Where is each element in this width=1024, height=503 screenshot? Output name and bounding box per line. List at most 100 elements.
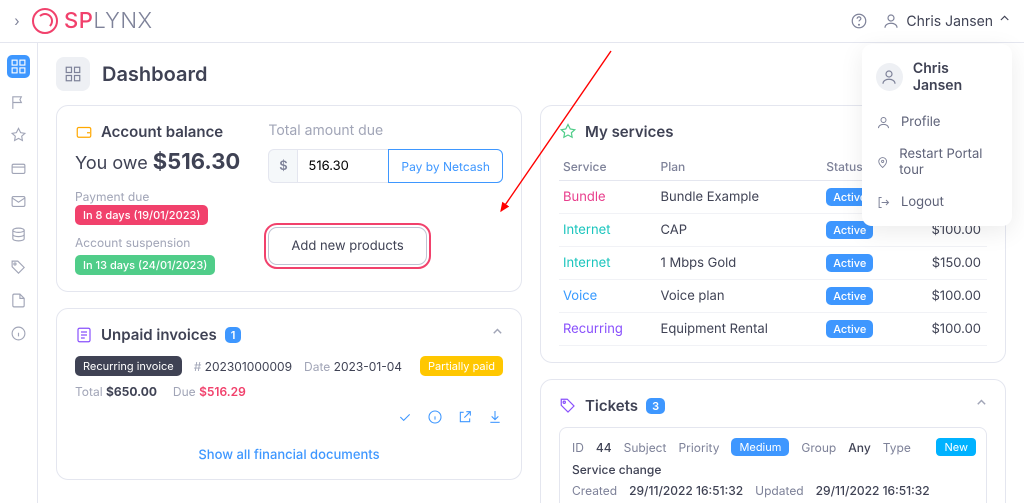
payment-due-badge: In 8 days (19/01/2023) — [75, 205, 208, 225]
invoice-due-lbl: Due — [173, 384, 196, 399]
logo[interactable]: SPLYNX — [32, 8, 153, 34]
grid-icon — [64, 65, 82, 83]
amount-input[interactable] — [298, 149, 388, 183]
t-type: Service change — [572, 462, 661, 477]
balance-amount: You owe $516.30 — [75, 149, 242, 175]
topbar: › SPLYNX Chris Jansen ⌃ — [0, 0, 1024, 43]
check-icon[interactable] — [397, 409, 413, 425]
menu-profile[interactable]: Profile — [862, 106, 1012, 138]
suspension-badge: In 13 days (24/01/2023) — [75, 255, 215, 275]
card-tickets: Tickets3⌃ New ID44 Subject PriorityMediu… — [540, 379, 1006, 503]
user-icon — [882, 12, 900, 30]
cell-status: Active — [822, 247, 901, 280]
add-products-button[interactable]: Add new products — [268, 227, 426, 265]
balance-title: Account balance — [101, 122, 223, 141]
card-balance: Account balance You owe $516.30 Payment … — [56, 105, 522, 292]
location-icon — [876, 155, 889, 170]
invoices-count: 1 — [225, 327, 242, 343]
logo-icon — [32, 8, 58, 34]
nav-info-icon[interactable] — [10, 325, 27, 342]
t-grp: Any — [848, 440, 870, 455]
dropdown-header: Chris Jansen — [862, 52, 1012, 106]
external-icon[interactable] — [457, 409, 473, 425]
invoice-total-lbl: Total — [75, 384, 103, 399]
user-icon — [876, 115, 891, 130]
page-icon — [56, 57, 90, 91]
nav-flag-icon[interactable] — [10, 94, 27, 111]
logout-icon — [876, 195, 891, 210]
collapse-icon[interactable]: ⌃ — [492, 326, 503, 343]
menu-restart-label: Restart Portal tour — [899, 146, 998, 178]
avatar — [876, 63, 903, 91]
user-icon — [880, 68, 898, 86]
services-title: My services — [585, 122, 673, 141]
pay-button[interactable]: Pay by Netcash — [388, 149, 503, 183]
invoice-icon — [75, 326, 93, 344]
cell-service: Recurring — [559, 313, 657, 346]
nav-doc-icon[interactable] — [10, 292, 27, 309]
cell-price: $100.00 — [901, 280, 987, 313]
invoice-tag: Recurring invoice — [75, 356, 182, 376]
t-updated: 29/11/2022 16:51:32 — [816, 483, 930, 498]
nav-data-icon[interactable] — [10, 226, 27, 243]
help-icon[interactable] — [850, 12, 868, 30]
cell-plan: Bundle Example — [657, 181, 823, 214]
table-row[interactable]: Internet1 Mbps GoldActive$150.00 — [559, 247, 987, 280]
nav-mail-icon[interactable] — [10, 193, 27, 210]
t-created-lbl: Created — [572, 483, 617, 498]
pay-group: $ Pay by Netcash — [268, 149, 503, 183]
invoice-total: $650.00 — [106, 384, 157, 399]
cell-price: $100.00 — [901, 313, 987, 346]
invoice-date: 2023-01-04 — [334, 359, 402, 374]
suspension-label: Account suspension — [75, 235, 190, 250]
t-grp-lbl: Group — [801, 440, 836, 455]
logo-text-secondary: LYNX — [93, 8, 152, 34]
sidebar-toggle[interactable]: › — [8, 13, 26, 30]
t-id: 44 — [596, 440, 612, 455]
menu-logout-label: Logout — [901, 194, 944, 210]
ticket-badge-new: New — [936, 438, 976, 456]
cell-plan: CAP — [657, 214, 823, 247]
nav-wallet-icon[interactable] — [10, 160, 27, 177]
menu-logout[interactable]: Logout — [862, 186, 1012, 218]
info-icon[interactable] — [427, 409, 443, 425]
download-icon[interactable] — [487, 409, 503, 425]
owe-amount: $516.30 — [153, 149, 240, 175]
table-row[interactable]: RecurringEquipment RentalActive$100.00 — [559, 313, 987, 346]
owe-prefix: You owe — [75, 153, 153, 174]
menu-restart-tour[interactable]: Restart Portal tour — [862, 138, 1012, 186]
t-prio-lbl: Priority — [678, 440, 719, 455]
cell-plan: Voice plan — [657, 280, 823, 313]
t-prio: Medium — [731, 438, 789, 456]
chevron-up-icon: ⌃ — [999, 13, 1010, 30]
table-row[interactable]: VoiceVoice planActive$100.00 — [559, 280, 987, 313]
user-dropdown: Chris Jansen Profile Restart Portal tour… — [862, 44, 1012, 226]
tag-icon — [559, 397, 577, 415]
nav-tag-icon[interactable] — [10, 259, 27, 276]
user-menu-toggle[interactable]: Chris Jansen ⌃ — [882, 12, 1010, 30]
invoices-title: Unpaid invoices — [101, 325, 217, 344]
t-created: 29/11/2022 16:51:32 — [629, 483, 743, 498]
cell-service: Internet — [559, 247, 657, 280]
collapse-icon[interactable]: ⌃ — [976, 397, 987, 414]
cell-status: Active — [822, 280, 901, 313]
total-due-label: Total amount due — [268, 122, 503, 139]
th-service: Service — [559, 153, 657, 181]
show-all-link[interactable]: Show all financial documents — [75, 447, 503, 463]
cell-service: Bundle — [559, 181, 657, 214]
tickets-count: 3 — [646, 398, 665, 414]
cell-plan: Equipment Rental — [657, 313, 823, 346]
invoice-status: Partially paid — [420, 356, 503, 376]
card-invoices: Unpaid invoices 1 ⌃ Recurring invoice # 20… — [56, 308, 522, 480]
invoice-due: $516.29 — [199, 384, 246, 399]
nav-star-icon[interactable] — [10, 127, 27, 144]
cell-service: Voice — [559, 280, 657, 313]
star-icon — [559, 123, 577, 141]
username-label: Chris Jansen — [906, 13, 993, 30]
currency-prefix: $ — [268, 149, 298, 183]
menu-profile-label: Profile — [901, 114, 940, 130]
invoice-num-lbl: # — [194, 359, 202, 374]
ticket-row[interactable]: New ID44 Subject PriorityMedium GroupAny… — [559, 427, 987, 503]
nav-dashboard-icon[interactable] — [7, 55, 30, 78]
th-plan: Plan — [657, 153, 823, 181]
